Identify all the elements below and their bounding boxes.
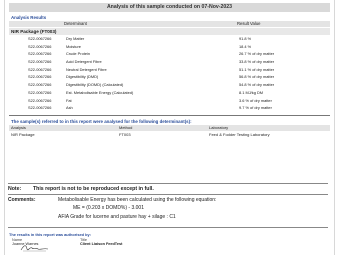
package-row: NIR Package (FT003) bbox=[9, 28, 330, 35]
divider bbox=[8, 183, 328, 184]
results-table: Determinant Result Value NIR Package (FT… bbox=[9, 21, 330, 112]
result-row: S22-0067266 Digestibility (DMD) 56.8 % of … bbox=[9, 73, 330, 81]
result-value-cell: 91.8 % bbox=[239, 36, 252, 41]
note-text: This report is not to be reproduced exce… bbox=[33, 186, 154, 192]
determinant-cell: Fat bbox=[66, 97, 72, 103]
determinant-cell: Acid Detergent Fibre bbox=[66, 59, 102, 65]
sample-id-cell: S22-0067266 bbox=[28, 105, 52, 111]
result-row: S22-0067266 Neutral Detergent Fibre 51.1 %… bbox=[9, 66, 330, 74]
results-rows: S22-0067266 Dry Matter 91.8 % S22-0067266 Mo… bbox=[9, 35, 330, 112]
result-row: S22-0067266 Fat 3.6 % of dry matter bbox=[9, 97, 330, 105]
determinant-cell: Moisture bbox=[66, 43, 81, 49]
determinant-column-header: Determinant bbox=[64, 21, 87, 26]
method-cell: FT003 bbox=[119, 132, 131, 138]
result-row: S22-0067266 Moisture 18.4 % bbox=[9, 43, 330, 51]
analysis-results-heading[interactable]: Analysis Results bbox=[5, 12, 334, 21]
result-value-cell: 54.8 % of dry matter bbox=[239, 82, 275, 88]
sample-id-cell: S22-0067266 bbox=[28, 89, 52, 95]
sample-id-cell: S22-0067266 bbox=[28, 51, 52, 57]
result-value-cell: 33.8 % of dry matter bbox=[239, 59, 275, 65]
determinant-cell: Crude Protein bbox=[66, 51, 91, 57]
result-value-cell: 56.8 % of dry matter bbox=[239, 74, 275, 80]
sample-id-cell: S22-0067266 bbox=[28, 97, 52, 103]
sample-id-cell: S22-0067266 bbox=[28, 66, 52, 72]
results-table-header: Determinant Result Value bbox=[9, 21, 330, 27]
result-row: S22-0067266 Digestibility (DOMD) (Calcula… bbox=[9, 81, 330, 89]
me-equation: ME = (0.203 x DOMD%) - 3.001 bbox=[73, 205, 144, 211]
determinants-table-row: NIR Package FT003 Feed & Fodder Testing … bbox=[9, 131, 330, 139]
result-row: S22-0067266 Acid Detergent Fibre 33.8 % of… bbox=[9, 58, 330, 66]
result-row: S22-0067266 Crude Protein 26.7 % of dry ma… bbox=[9, 50, 330, 58]
authorised-by-heading: The results in this report was authorise… bbox=[9, 232, 91, 237]
sample-id-cell: S22-0067266 bbox=[28, 82, 52, 88]
result-row: S22-0067266 Dry Matter 91.8 % bbox=[9, 35, 330, 43]
sample-id-cell: S22-0067266 bbox=[28, 74, 52, 80]
analysis-date-banner: Analysis of this sample conducted on 07-… bbox=[9, 3, 330, 12]
sample-id-cell: S22-0067266 bbox=[28, 43, 52, 49]
analysis-cell: NIR Package bbox=[11, 132, 35, 138]
determinants-heading: The sample(s) referred to in this report… bbox=[11, 118, 192, 124]
determinant-cell: Dry Matter bbox=[66, 36, 85, 41]
afia-grade: AFIA Grade for lucerne and pasture hay +… bbox=[58, 214, 176, 220]
determinant-cell: Ash bbox=[66, 105, 73, 111]
divider bbox=[8, 227, 328, 228]
result-value-cell: 51.1 % of dry matter bbox=[239, 66, 275, 72]
result-value-cell: 9.7 % of dry matter bbox=[239, 105, 272, 111]
signature-image bbox=[20, 245, 49, 252]
note-label: Note: bbox=[8, 186, 22, 192]
result-value-cell: 18.4 % bbox=[239, 43, 252, 49]
result-row: S22-0067266 Est. Metabolisable Energy (Ca… bbox=[9, 89, 330, 97]
determinant-cell: Digestibility (DOMD) (Calculated) bbox=[66, 82, 124, 88]
comments-label: Comments: bbox=[8, 197, 36, 203]
result-value-cell: 8.1 MJ/kg DM bbox=[239, 89, 263, 95]
authoriser-title: Client Liaison FeedTest bbox=[80, 242, 123, 246]
result-value-cell: 3.6 % of dry matter bbox=[239, 97, 272, 103]
result-value-cell: 26.7 % of dry matter bbox=[239, 51, 275, 57]
comments-line: Metabolisable Energy has been calculated… bbox=[58, 197, 217, 203]
result-column-header: Result Value bbox=[237, 21, 261, 26]
result-row: S22-0067266 Ash 9.7 % of dry matter bbox=[9, 104, 330, 112]
laboratory-cell: Feed & Fodder Testing Laboratory bbox=[209, 132, 270, 138]
determinant-cell: Digestibility (DMD) bbox=[66, 74, 99, 80]
sample-id-cell: S22-0067266 bbox=[28, 36, 52, 41]
determinant-cell: Est. Metabolisable Energy (Calculated) bbox=[66, 89, 134, 95]
determinant-cell: Neutral Detergent Fibre bbox=[66, 66, 107, 72]
divider bbox=[8, 194, 328, 195]
sample-id-cell: S22-0067266 bbox=[28, 59, 52, 65]
